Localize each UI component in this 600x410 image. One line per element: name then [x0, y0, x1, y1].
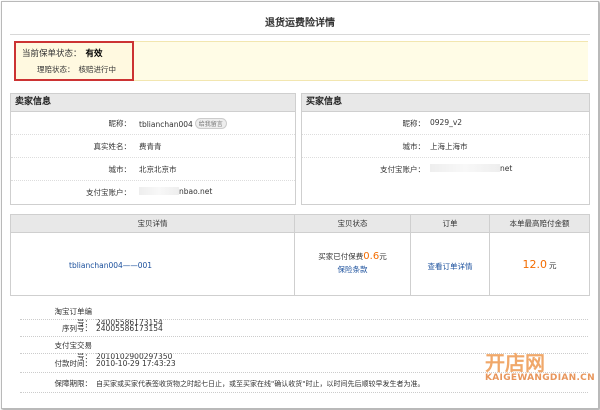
seller-alipay-label: 支付宝账户： [86, 188, 131, 197]
status-panel-background [132, 41, 588, 81]
max-payout-amount: 12.0 [522, 258, 548, 271]
seller-row-nickname: 昵称： tblianchan004 给我留言 [11, 112, 295, 135]
item-status-cell: 买家已付保费0.6元 保险条款 [295, 251, 410, 275]
serial-number-value: 24005586173154 [96, 324, 163, 333]
detail-divider [20, 392, 588, 393]
page-title: 退货运费险详情 [265, 18, 335, 29]
detail-serial-number: 序列号： 24005586173154 [40, 323, 163, 334]
max-payout-unit: 元 [549, 261, 557, 270]
buyer-nickname-label: 昵称： [402, 119, 426, 128]
redacted-area [430, 164, 500, 172]
buyer-alipay-text: net [500, 164, 513, 173]
policy-status-value: 有效 [85, 49, 103, 59]
goods-header-status: 宝贝状态 [295, 215, 410, 233]
detail-divider [20, 319, 588, 320]
seller-alipay-value: nbao.net [139, 187, 212, 196]
seller-nickname-label: 昵称： [108, 119, 132, 128]
site-logo-text: 开店网 [485, 351, 545, 374]
payment-time-value: 2010-10-29 17:43:23 [96, 359, 176, 368]
redacted-area [139, 187, 179, 195]
insurance-terms-link[interactable]: 保险条款 [295, 264, 410, 275]
policy-status: 当前保单状态： 有效 [22, 47, 103, 59]
buyer-row-nickname: 昵称： 0929_v2 [302, 112, 589, 135]
premium-unit: 元 [379, 252, 387, 261]
buyer-alipay-label: 支付宝账户： [380, 165, 425, 174]
goods-header-order: 订单 [411, 215, 489, 233]
column-divider [489, 215, 490, 295]
coverage-period-value: 自买家或买家代表签收货物之时起七日止，或至买家在线"确认收货"时止，以时间先后顺… [96, 380, 425, 388]
buyer-alipay-value: net [430, 164, 512, 173]
goods-header-detail: 宝贝详情 [11, 215, 294, 233]
claim-status-label: 理赔状态： [37, 65, 75, 74]
site-watermark-text: KAIGEWANGDIAN.CN [485, 373, 595, 383]
coverage-period-label: 保障期限： [54, 379, 93, 388]
leave-message-button[interactable]: 给我留言 [194, 118, 227, 129]
view-order-details-link[interactable]: 查看订单详情 [411, 261, 489, 272]
buyer-row-alipay: 支付宝账户： net [302, 158, 589, 180]
seller-city-label: 城市： [108, 165, 132, 174]
seller-city-value: 北京北京市 [139, 165, 177, 174]
policy-status-label: 当前保单状态： [22, 49, 82, 59]
goods-table: 宝贝详情 宝贝状态 订单 本单最高赔付金额 tblianchan004——001… [10, 214, 590, 296]
seller-alipay-text: nbao.net [179, 187, 213, 196]
seller-info-heading: 卖家信息 [11, 94, 295, 112]
claim-status: 理赔状态： 核赔进行中 [37, 64, 116, 75]
title-divider [10, 34, 590, 35]
max-payout-cell: 12.0 元 [490, 258, 589, 271]
site-logo: 开店网 [485, 351, 545, 374]
buyer-city-value: 上海上海市 [430, 142, 468, 151]
buyer-info-heading: 买家信息 [302, 94, 589, 112]
goods-header-max-payout: 本单最高赔付金额 [490, 215, 589, 233]
detail-payment-time: 付款时间： 2010-10-29 17:43:23 [40, 358, 176, 369]
premium-paid-label: 买家已付保费 [318, 252, 364, 261]
buyer-nickname-value: 0929_v2 [430, 118, 463, 127]
column-divider [410, 215, 411, 295]
seller-nickname-value: tblianchan004 给我留言 [139, 118, 227, 129]
claim-status-value: 核赔进行中 [78, 65, 117, 74]
item-name-link[interactable]: tblianchan004——001 [69, 261, 152, 270]
seller-row-city: 城市： 北京北京市 [11, 158, 295, 181]
seller-info-panel: 卖家信息 昵称： tblianchan004 给我留言 真实姓名： 费青青 城市：… [10, 93, 296, 205]
seller-row-realname: 真实姓名： 费青青 [11, 135, 295, 158]
payment-time-label: 付款时间： [54, 359, 93, 368]
buyer-info-panel: 买家信息 昵称： 0929_v2 城市： 上海上海市 支付宝账户： net [301, 93, 590, 205]
detail-divider [20, 336, 588, 337]
seller-realname-label: 真实姓名： [93, 142, 132, 151]
seller-realname-value: 费青青 [139, 142, 162, 151]
buyer-row-city: 城市： 上海上海市 [302, 135, 589, 158]
seller-row-alipay: 支付宝账户： nbao.net [11, 181, 295, 203]
serial-number-label: 序列号： [62, 324, 92, 333]
premium-amount: 0.6 [363, 251, 380, 262]
detail-coverage-period: 保障期限： 自买家或买家代表签收货物之时起七日止，或至买家在线"确认收货"时止，以… [40, 378, 480, 389]
buyer-city-label: 城市： [402, 142, 426, 151]
seller-nickname-text: tblianchan004 [139, 120, 193, 129]
